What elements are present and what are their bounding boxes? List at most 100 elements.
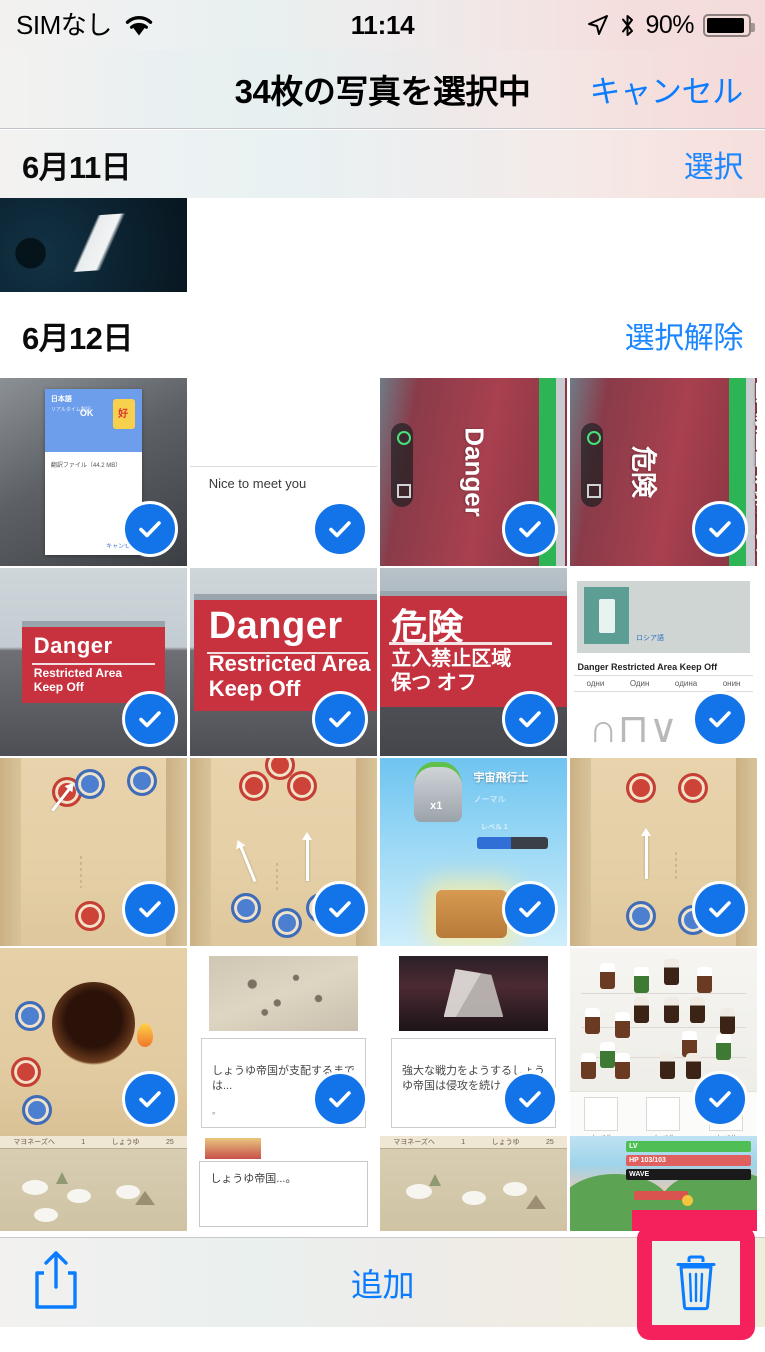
delete-button-highlight[interactable] bbox=[637, 1225, 755, 1340]
soy-bottle bbox=[719, 1008, 735, 1035]
translation-text: Nice to meet you bbox=[208, 475, 307, 491]
selected-check-badge[interactable] bbox=[122, 881, 178, 937]
selected-check-badge[interactable] bbox=[312, 691, 368, 747]
world-map-image: マヨネーズへ 1 しょうゆ 25 bbox=[380, 1136, 567, 1231]
photo-cell-game-board-screenshot-2[interactable] bbox=[190, 758, 377, 946]
selected-check-badge[interactable] bbox=[122, 691, 178, 747]
sign-subtext: 立入禁止区域 保つ オフ bbox=[391, 647, 512, 694]
wave-label: WAVE bbox=[629, 1170, 650, 1178]
handwriting-scribble: ∩⊓∨ bbox=[588, 706, 679, 752]
selected-check-badge[interactable] bbox=[502, 501, 558, 557]
delete-button[interactable] bbox=[652, 1240, 740, 1325]
selected-check-badge[interactable] bbox=[312, 501, 368, 557]
photo-cell-nice-to-meet-you-translation[interactable]: Nice to meet you bbox=[190, 378, 377, 566]
photo-cell-world-map-game-screenshot[interactable]: マヨネーズへ 1 しょうゆ 25 bbox=[0, 1136, 187, 1231]
photo-cell-side-scroller-battle-screenshot[interactable]: LV HP 103/103 WAVE bbox=[570, 1136, 757, 1231]
aim-arrow bbox=[238, 843, 257, 882]
selected-check-badge[interactable] bbox=[692, 1071, 748, 1127]
cancel-button[interactable]: キャンセル bbox=[590, 67, 744, 112]
battle-hud: LV HP 103/103 WAVE bbox=[626, 1140, 752, 1183]
soy-bottle bbox=[584, 1008, 600, 1035]
hud-label: マヨネーズへ bbox=[13, 1139, 55, 1147]
sign-main-text: 危険 bbox=[628, 445, 659, 499]
photo-grid-june12-partial-row: マヨネーズへ 1 しょうゆ 25 しょうゆ帝国...。 マヨネーズへ 1 しょう… bbox=[0, 1136, 765, 1231]
map-node bbox=[503, 1181, 528, 1196]
bottom-toolbar: 追加 bbox=[0, 1225, 765, 1340]
shop-slot[interactable]: レベル bbox=[584, 1096, 619, 1136]
sign-main-text: Danger bbox=[458, 427, 489, 517]
soy-bottle bbox=[599, 963, 615, 990]
soy-bottle bbox=[581, 1053, 597, 1080]
selected-check-badge[interactable] bbox=[502, 1071, 558, 1127]
map-node bbox=[22, 1179, 49, 1195]
photo-cell-google-translate-offline-card[interactable]: 日本語 リアルタイム翻訳 OK 翻訳ファイル（44.2 MB） bbox=[0, 378, 187, 566]
character-portrait bbox=[204, 1137, 262, 1159]
phone-illustration-icon bbox=[113, 399, 136, 430]
chain bbox=[674, 852, 677, 882]
level-label: レベル 1 bbox=[480, 823, 508, 831]
photo-cell-story-anime-caption-2[interactable]: 強大な戦力をようするしょうゆ帝国は侵攻を続け bbox=[380, 948, 567, 1136]
status-bar: SIMなし 11:14 90% bbox=[0, 0, 765, 50]
soy-bottle bbox=[685, 1053, 701, 1080]
selected-check-badge[interactable] bbox=[502, 881, 558, 937]
photo-cell-gun-artwork-screenshot[interactable] bbox=[0, 198, 187, 292]
section-date-label: 6月11日 bbox=[22, 149, 132, 185]
enemy-health-bar bbox=[633, 1191, 688, 1201]
selected-check-badge[interactable] bbox=[692, 501, 748, 557]
map-tree bbox=[428, 1174, 441, 1186]
battery-fill bbox=[707, 17, 744, 33]
section-header-june12: 6月12日 選択解除 bbox=[0, 292, 765, 378]
map-node bbox=[33, 1208, 58, 1223]
selected-check-badge[interactable] bbox=[312, 1071, 368, 1127]
sign-sub-text: 立入禁止区域 保つ オフ bbox=[752, 382, 757, 562]
photo-cell-game-lava-boss-screenshot[interactable] bbox=[0, 948, 187, 1136]
photo-grid-june11 bbox=[0, 198, 765, 292]
photo-cell-game-board-screenshot-3[interactable] bbox=[570, 758, 757, 946]
selected-check-badge[interactable] bbox=[692, 691, 748, 747]
photo-cell-danger-sign-zoomed-photo[interactable]: Danger Restricted Area Keep Off bbox=[190, 568, 377, 756]
photo-cell-danger-sign-rotated-english[interactable]: Danger Restricted Area Keep Off bbox=[380, 378, 567, 566]
selected-check-badge[interactable] bbox=[312, 881, 368, 937]
photo-cell-japanese-danger-sign-translated[interactable]: 危険 立入禁止区域 保つ オフ bbox=[380, 568, 567, 756]
photo-cell-soy-sauce-shelf-game[interactable]: レベル レベル レベル bbox=[570, 948, 757, 1136]
selected-check-badge[interactable] bbox=[122, 1071, 178, 1127]
section-header-june11: 6月11日 選択 bbox=[0, 130, 765, 198]
selected-check-badge[interactable] bbox=[502, 691, 558, 747]
map-mountain bbox=[525, 1194, 546, 1209]
shop-slot[interactable]: レベル bbox=[646, 1096, 681, 1136]
section-deselect-button[interactable]: 選択解除 bbox=[625, 313, 744, 357]
photo-cell-translate-offline-russian-screen[interactable]: ロシア語 Danger Restricted Area Keep Off одн… bbox=[570, 568, 757, 756]
photo-cell-story-map-caption-1[interactable]: しょうゆ帝国が支配するまでは... 。 bbox=[190, 948, 377, 1136]
selected-check-badge[interactable] bbox=[122, 501, 178, 557]
camera-controls-pill bbox=[581, 423, 604, 508]
chain bbox=[276, 863, 279, 892]
phone-illustration-icon bbox=[584, 586, 630, 644]
sign-headline: Danger bbox=[208, 604, 343, 647]
wall bbox=[570, 758, 591, 946]
photo-grid-june12: 日本語 リアルタイム翻訳 OK 翻訳ファイル（44.2 MB） bbox=[0, 378, 765, 1136]
location-arrow-icon bbox=[586, 13, 610, 37]
photo-cell-world-map-game-screenshot-2[interactable]: マヨネーズへ 1 しょうゆ 25 bbox=[380, 1136, 567, 1231]
photo-cell-story-dialogue-caption-3[interactable]: しょうゆ帝国...。 bbox=[190, 1136, 377, 1231]
photo-cell-astronaut-reward-screen[interactable]: x1 宇宙飛行士 ノーマル レベル 1 bbox=[380, 758, 567, 946]
game-token bbox=[231, 893, 262, 924]
battle-screen-image: LV HP 103/103 WAVE bbox=[570, 1136, 757, 1231]
dialogue-box: しょうゆ帝国...。 bbox=[199, 1160, 368, 1228]
bluetooth-icon bbox=[619, 13, 636, 38]
photo-cell-danger-sign-wide-photo[interactable]: Danger Restricted Area Keep Off bbox=[0, 568, 187, 756]
dialogue-line-1: しょうゆ帝国...。 bbox=[210, 1173, 297, 1185]
photo-cell-danger-sign-rotated-japanese[interactable]: 危険 立入禁止区域 保つ オフ bbox=[570, 378, 757, 566]
photo-thumbnail: LV HP 103/103 WAVE bbox=[570, 1136, 757, 1231]
photo-cell-game-board-screenshot-1[interactable] bbox=[0, 758, 187, 946]
soy-bottle bbox=[659, 1053, 675, 1080]
section-select-button[interactable]: 選択 bbox=[684, 142, 744, 186]
sign-rule bbox=[389, 642, 553, 646]
progress-fill bbox=[477, 836, 512, 849]
photo-scroll-area[interactable]: 6月11日 選択 6月12日 選択解除 日本語 リアルタイム翻訳 OK 好 翻訳… bbox=[0, 130, 765, 1237]
suggestion-row: одни Один одина онин bbox=[573, 675, 754, 693]
flame bbox=[137, 1023, 154, 1048]
download-language-label: ロシア語 bbox=[635, 634, 664, 642]
translate-dialog-header: 日本語 リアルタイム翻訳 OK bbox=[44, 389, 143, 453]
suggestion-word: одина bbox=[674, 679, 698, 689]
selected-check-badge[interactable] bbox=[692, 881, 748, 937]
